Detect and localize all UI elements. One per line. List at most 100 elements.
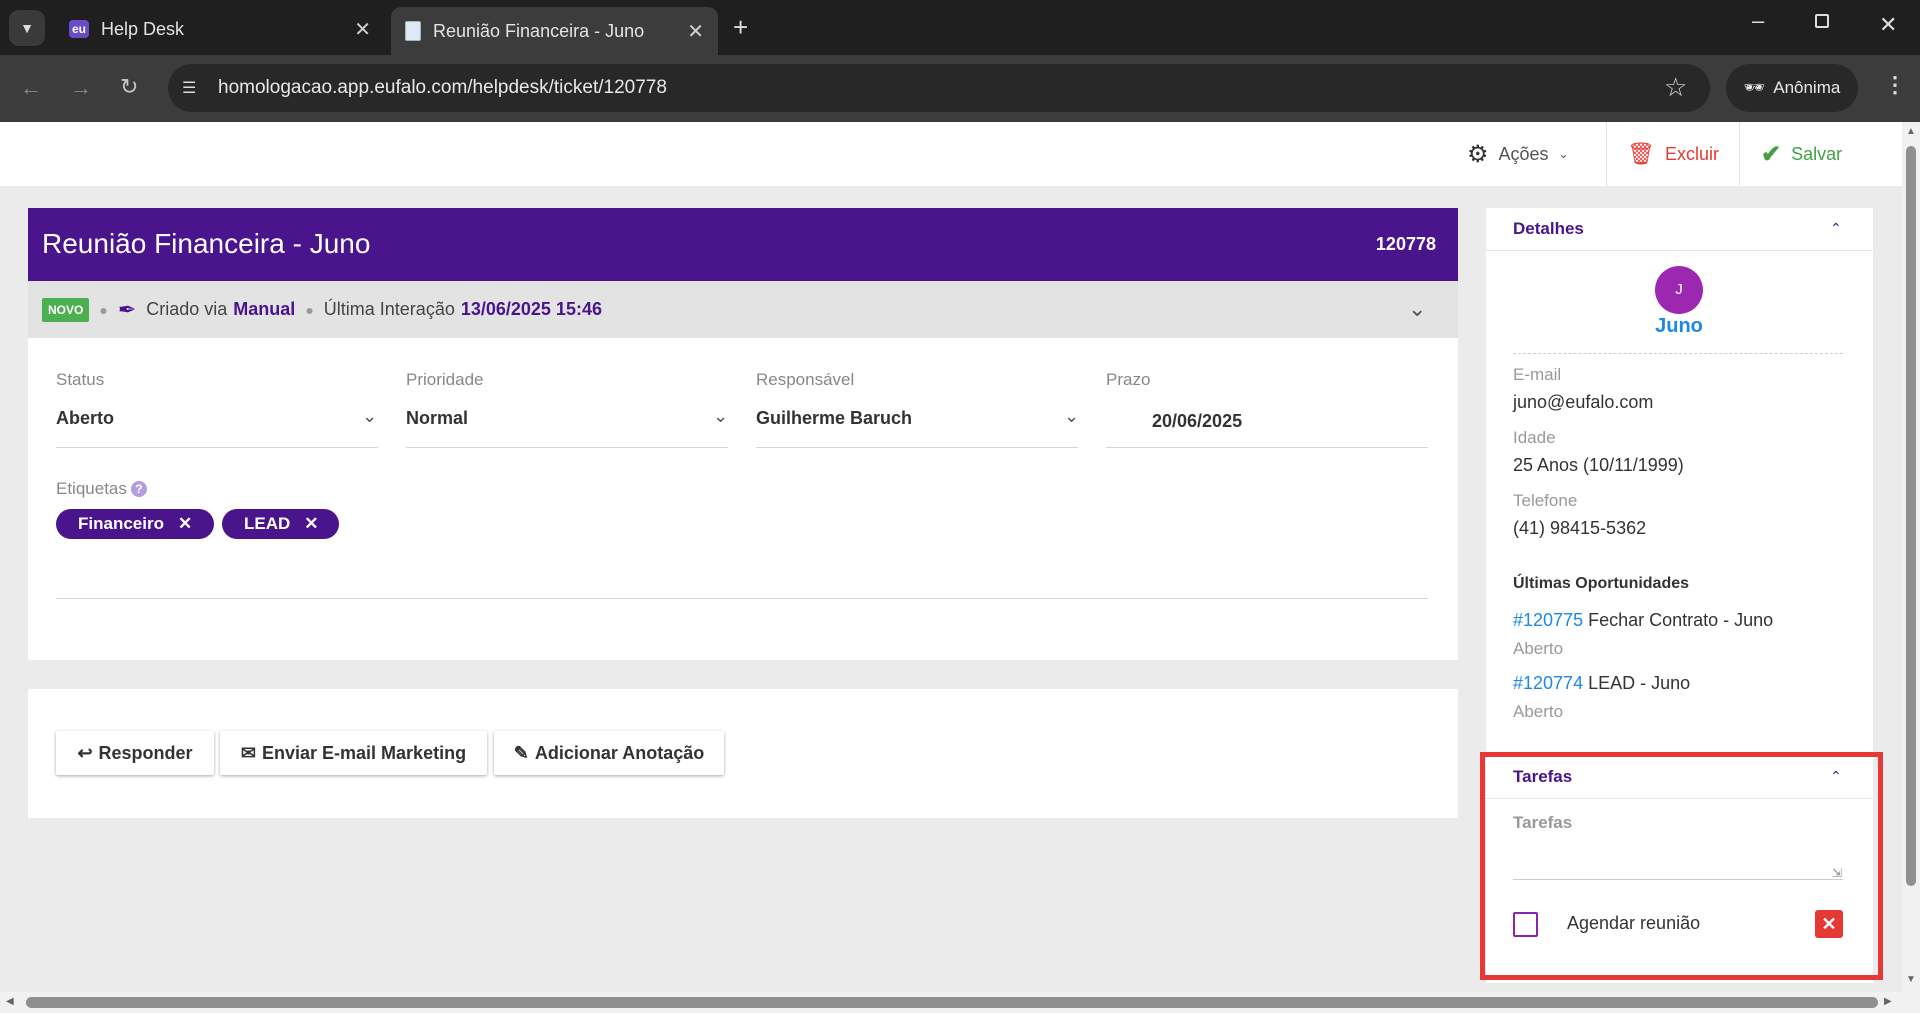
- vertical-scroll-thumb[interactable]: [1906, 146, 1916, 886]
- opportunity-title: LEAD - Juno: [1588, 673, 1691, 693]
- chevron-down-icon[interactable]: ⌄: [1064, 406, 1079, 427]
- opportunity-title: Fechar Contrato - Juno: [1588, 610, 1774, 630]
- priority-label: Prioridade: [406, 370, 484, 389]
- address-bar[interactable]: homologacao.app.eufalo.com/helpdesk/tick…: [168, 64, 1710, 112]
- horizontal-scrollbar[interactable]: ◀ ▶: [0, 992, 1920, 1013]
- close-icon[interactable]: ✕: [687, 19, 704, 44]
- tasks-header[interactable]: Tarefas: [1513, 767, 1572, 787]
- new-tab-button[interactable]: +: [733, 12, 748, 43]
- reply-icon: ↩: [77, 742, 93, 763]
- tags-label: Etiquetas ?: [56, 479, 147, 499]
- reload-icon[interactable]: ↻: [120, 74, 138, 100]
- ticket-meta-bar: NOVO ● ✒ Criado via Manual ● Última Inte…: [28, 281, 1458, 338]
- opportunity-id-link[interactable]: #120775: [1513, 610, 1583, 630]
- close-icon[interactable]: ✕: [354, 17, 371, 42]
- feather-icon: ✒: [117, 296, 137, 322]
- chevron-down-icon[interactable]: ⌄: [362, 406, 377, 427]
- status-underline: [56, 447, 378, 448]
- deadline-label: Prazo: [1106, 370, 1151, 389]
- incognito-indicator[interactable]: 🕶 Anônima: [1726, 64, 1858, 112]
- status-select[interactable]: Aberto: [56, 408, 114, 429]
- chevron-up-icon[interactable]: ⌃: [1830, 220, 1842, 237]
- envelope-icon: ✉: [240, 742, 256, 763]
- expand-meta-chevron-icon[interactable]: ⌄: [1408, 296, 1426, 322]
- tag-label: Financeiro: [78, 514, 164, 533]
- tab-ticket[interactable]: Reunião Financeira - Juno ✕: [391, 7, 718, 55]
- deadline-input[interactable]: 20/06/2025: [1152, 411, 1242, 432]
- task-checkbox[interactable]: [1513, 912, 1538, 937]
- close-window-button[interactable]: ✕: [1879, 12, 1897, 38]
- contact-name[interactable]: Juno: [1655, 315, 1703, 338]
- chevron-up-icon[interactable]: ⌃: [1830, 768, 1842, 785]
- email-marketing-button[interactable]: ✉ Enviar E-mail Marketing: [220, 731, 487, 775]
- incognito-label: Anônima: [1773, 78, 1841, 97]
- last-interaction-value: 13/06/2025 15:46: [460, 299, 602, 319]
- status-badge: NOVO: [42, 297, 90, 322]
- vertical-scrollbar[interactable]: ▲ ▼: [1902, 122, 1920, 992]
- edit-icon: ✎: [513, 742, 529, 763]
- check-icon: ✔: [1761, 140, 1782, 168]
- details-header[interactable]: Detalhes: [1513, 219, 1584, 239]
- task-label: Agendar reunião: [1567, 913, 1701, 933]
- tasks-textarea[interactable]: [1513, 842, 1843, 880]
- age-value: 25 Anos (10/11/1999): [1513, 455, 1684, 475]
- tab-search-button[interactable]: ▼: [9, 10, 45, 46]
- star-icon[interactable]: ☆: [1664, 72, 1687, 103]
- last-interaction-label: Última Interação: [323, 299, 455, 319]
- horizontal-scroll-thumb[interactable]: [26, 997, 1878, 1008]
- ticket-header: Reunião Financeira - Juno 120778: [28, 208, 1458, 281]
- age-label: Idade: [1513, 428, 1556, 447]
- priority-underline: [406, 447, 728, 448]
- status-label: Status: [56, 370, 105, 389]
- ticket-title: Reunião Financeira - Juno: [42, 228, 371, 259]
- separator-dot: ●: [305, 301, 314, 318]
- chevron-down-icon: ⌄: [1558, 147, 1569, 161]
- opportunity-id-link[interactable]: #120774: [1513, 673, 1583, 693]
- tab-help-desk[interactable]: eu Help Desk ✕: [55, 9, 385, 49]
- minimize-button[interactable]: –: [1752, 8, 1764, 34]
- scroll-left-arrow-icon[interactable]: ◀: [6, 996, 14, 1007]
- header-divider: [1606, 122, 1607, 186]
- menu-icon[interactable]: ⋮: [1884, 72, 1906, 98]
- tags-label-text: Etiquetas: [56, 479, 127, 498]
- ticket-id: 120778: [1375, 234, 1436, 254]
- delete-task-button[interactable]: ✕: [1815, 910, 1843, 938]
- scroll-down-arrow-icon[interactable]: ▼: [1906, 974, 1916, 985]
- scroll-right-arrow-icon[interactable]: ▶: [1884, 996, 1892, 1007]
- opportunity-item[interactable]: #120774 LEAD - Juno: [1513, 673, 1690, 694]
- created-via-value: Manual: [233, 299, 296, 319]
- email-label: E-mail: [1513, 365, 1562, 384]
- url-text: homologacao.app.eufalo.com/helpdesk/tick…: [218, 77, 667, 98]
- remove-tag-icon[interactable]: ✕: [178, 514, 192, 534]
- actions-dropdown[interactable]: ⚙ Ações ⌄: [1467, 122, 1569, 186]
- reply-button[interactable]: ↩ Responder: [56, 731, 214, 775]
- owner-select[interactable]: Guilherme Baruch: [756, 408, 912, 429]
- opportunity-status: Aberto: [1513, 639, 1564, 658]
- eu-logo-icon: eu: [69, 20, 90, 38]
- opportunity-item[interactable]: #120775 Fechar Contrato - Juno: [1513, 610, 1773, 631]
- chevron-down-icon[interactable]: ⌄: [713, 406, 728, 427]
- back-icon[interactable]: ←: [20, 75, 42, 101]
- actions-label: Ações: [1498, 143, 1549, 164]
- tag-chip[interactable]: Financeiro ✕: [56, 509, 214, 539]
- resize-handle-icon[interactable]: ⇲: [1832, 866, 1842, 880]
- opportunities-header: Últimas Oportunidades: [1513, 575, 1690, 592]
- priority-select[interactable]: Normal: [406, 408, 468, 429]
- tab-title: Reunião Financeira - Juno: [433, 20, 645, 41]
- add-note-button[interactable]: ✎ Adicionar Anotação: [494, 731, 724, 775]
- save-button[interactable]: ✔ Salvar: [1761, 122, 1842, 186]
- details-divider: [1486, 250, 1873, 251]
- created-via-prefix: Criado via: [146, 299, 228, 319]
- tag-chip[interactable]: LEAD ✕: [222, 509, 339, 539]
- gear-icon: ⚙: [1467, 140, 1489, 168]
- restore-button[interactable]: [1815, 14, 1829, 28]
- contact-divider: [1513, 353, 1843, 354]
- delete-button[interactable]: 🗑 Excluir: [1627, 122, 1719, 186]
- scroll-up-arrow-icon[interactable]: ▲: [1906, 126, 1916, 137]
- site-settings-icon[interactable]: ☰: [182, 78, 196, 98]
- remove-tag-icon[interactable]: ✕: [304, 514, 318, 534]
- forward-icon[interactable]: →: [70, 75, 92, 101]
- delete-label: Excluir: [1664, 143, 1719, 164]
- tasks-field-label: Tarefas: [1513, 813, 1573, 832]
- help-icon[interactable]: ?: [130, 481, 147, 497]
